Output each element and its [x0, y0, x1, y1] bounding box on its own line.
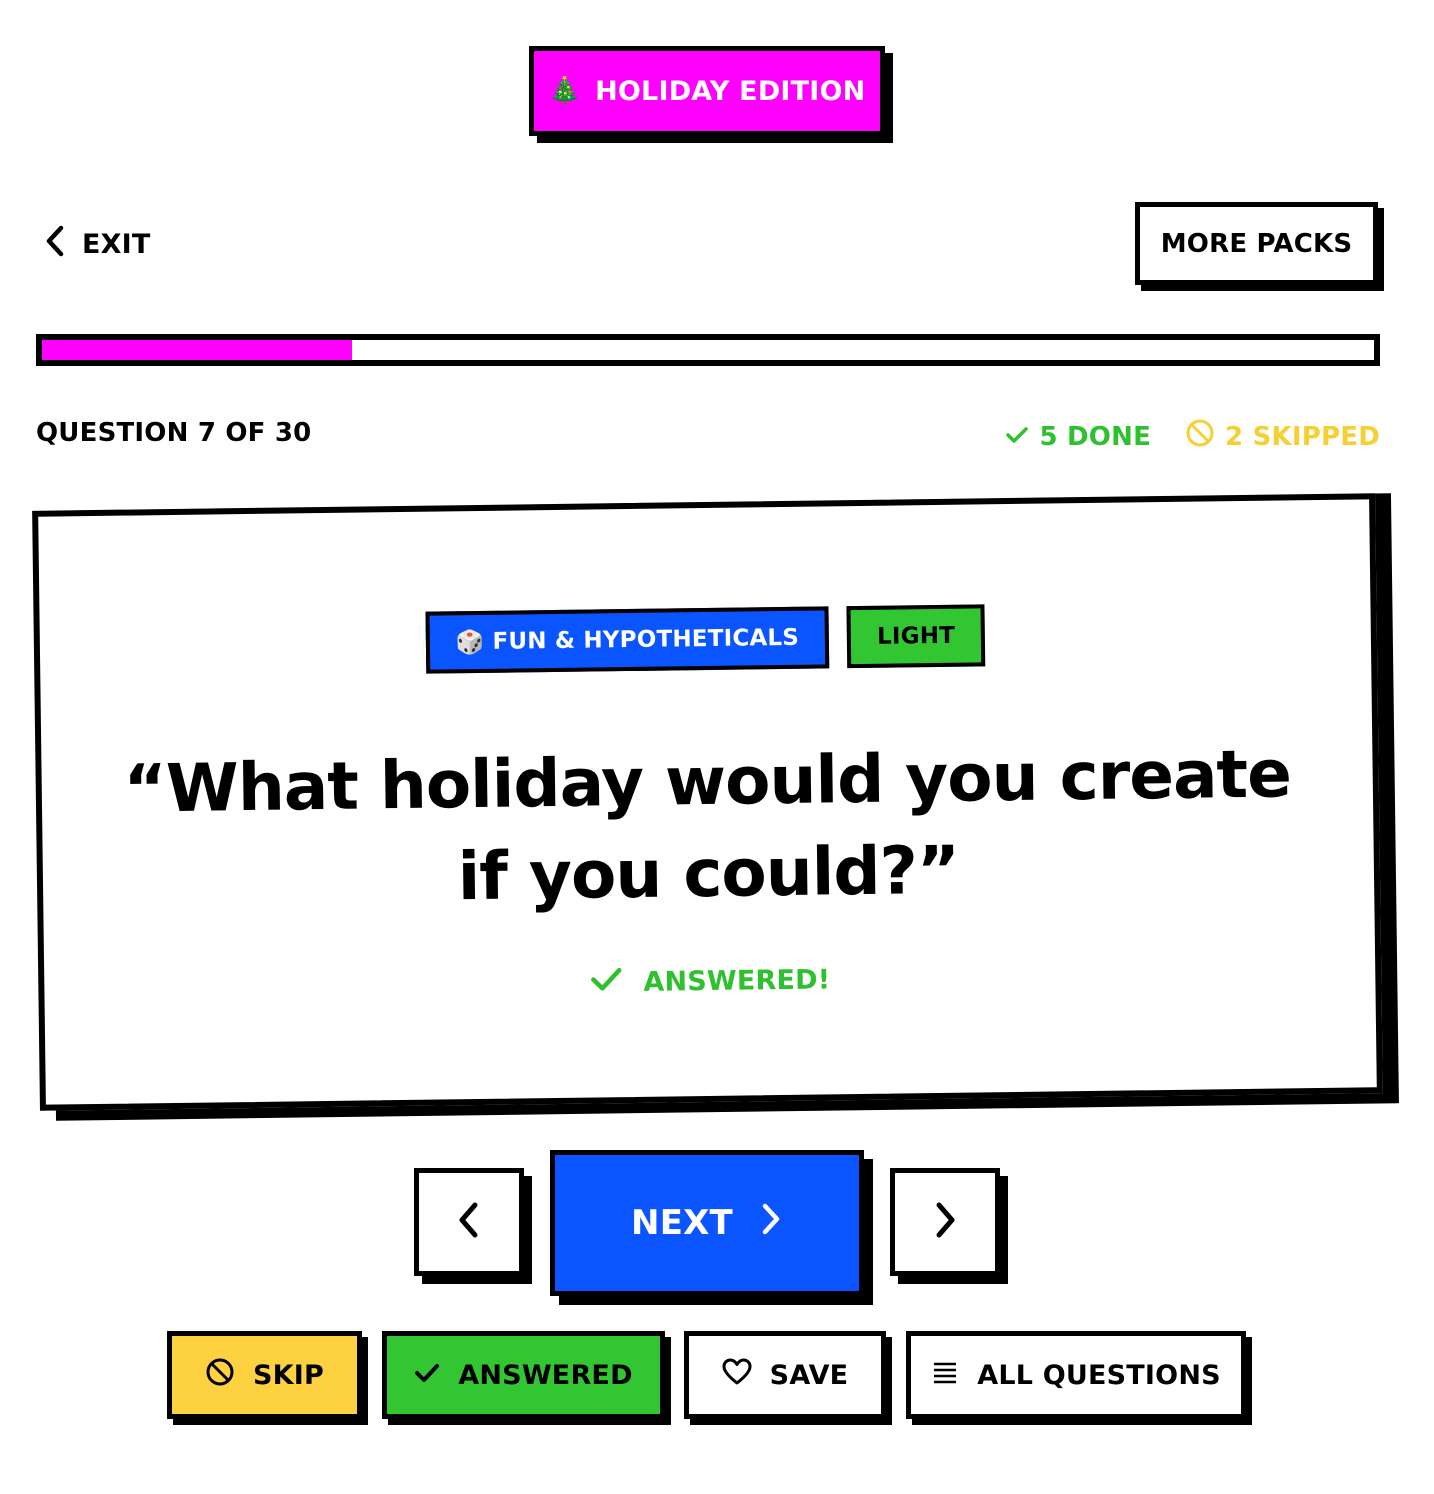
level-tag: LIGHT	[846, 604, 986, 669]
previous-button[interactable]	[414, 1168, 524, 1276]
check-icon	[589, 965, 623, 1000]
answered-button-label: ANSWERED	[458, 1359, 633, 1391]
forward-button[interactable]	[890, 1168, 1000, 1276]
save-label: SAVE	[769, 1359, 849, 1391]
skip-icon	[205, 1357, 235, 1394]
check-icon	[414, 1360, 440, 1391]
skipped-stat: 2 SKIPPED	[1185, 418, 1380, 455]
skipped-label: 2 SKIPPED	[1225, 421, 1380, 452]
done-stat: 5 DONE	[1005, 418, 1151, 455]
chevron-right-icon	[759, 1201, 783, 1246]
tags: 🎲 FUN & HYPOTHETICALS LIGHT	[40, 599, 1372, 678]
question-text: “What holiday would you create if you co…	[123, 735, 1292, 916]
next-label: NEXT	[631, 1203, 733, 1243]
all-questions-label: ALL QUESTIONS	[977, 1359, 1221, 1391]
chevron-right-icon	[930, 1200, 960, 1244]
save-button[interactable]: SAVE	[684, 1331, 886, 1419]
christmas-tree-icon: 🎄	[548, 76, 582, 106]
done-label: 5 DONE	[1039, 421, 1152, 452]
next-button[interactable]: NEXT	[550, 1150, 864, 1296]
category-tag: 🎲 FUN & HYPOTHETICALS	[425, 606, 830, 674]
progress-fill	[42, 340, 353, 360]
chevron-left-icon	[454, 1200, 484, 1244]
skip-icon	[1185, 418, 1215, 455]
stats: 5 DONE 2 SKIPPED	[1005, 418, 1380, 455]
holiday-edition-badge: 🎄 HOLIDAY EDITION	[529, 46, 885, 136]
answered-note-label: ANSWERED!	[643, 964, 831, 998]
answered-note: ANSWERED!	[44, 955, 1375, 1007]
progress-bar	[36, 334, 1380, 366]
check-icon	[1005, 422, 1029, 452]
exit-label: EXIT	[82, 228, 151, 260]
answered-button[interactable]: ANSWERED	[382, 1331, 665, 1419]
category-label: FUN & HYPOTHETICALS	[492, 624, 800, 655]
edition-label: HOLIDAY EDITION	[595, 75, 866, 107]
chevron-left-icon	[42, 224, 68, 265]
more-packs-label: MORE PACKS	[1160, 228, 1353, 259]
skip-label: SKIP	[252, 1359, 324, 1391]
dice-icon: 🎲	[455, 629, 485, 656]
skip-button[interactable]: SKIP	[167, 1331, 362, 1419]
level-label: LIGHT	[876, 622, 956, 650]
heart-icon	[722, 1358, 752, 1393]
more-packs-button[interactable]: MORE PACKS	[1135, 202, 1378, 285]
question-card: 🎲 FUN & HYPOTHETICALS LIGHT “What holida…	[32, 493, 1383, 1111]
question-counter: QUESTION 7 OF 30	[36, 418, 312, 448]
all-questions-button[interactable]: ALL QUESTIONS	[906, 1331, 1246, 1419]
exit-button[interactable]: EXIT	[42, 222, 151, 266]
list-icon	[931, 1360, 959, 1391]
